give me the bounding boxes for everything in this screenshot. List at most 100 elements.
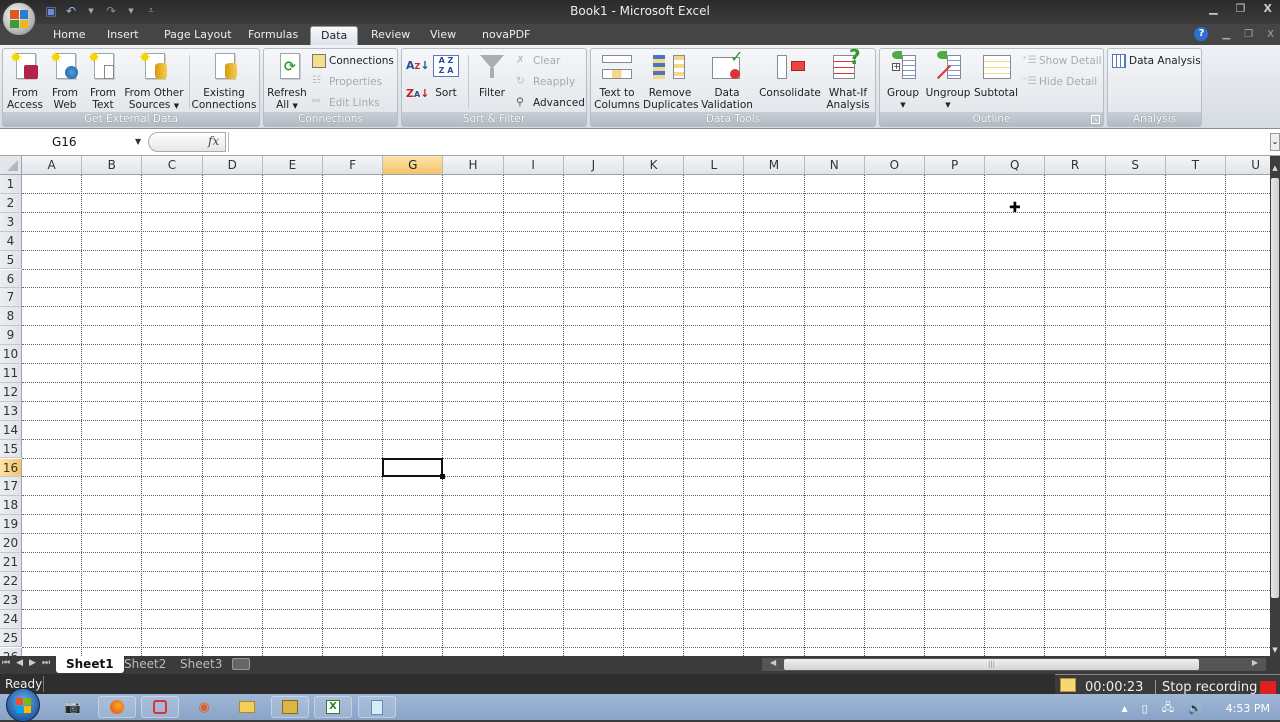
tab-formulas[interactable]: Formulas — [240, 26, 306, 45]
row-header-7[interactable]: 7 — [0, 288, 22, 308]
vertical-scrollbar[interactable]: ▲ ▼ — [1270, 156, 1280, 656]
sort-a-to-z-button[interactable]: AZ↓ — [406, 59, 430, 72]
column-header-t[interactable]: T — [1165, 156, 1226, 175]
column-header-e[interactable]: E — [262, 156, 323, 175]
scroll-right-icon[interactable]: ▶ — [1252, 658, 1258, 667]
name-box-dropdown-icon[interactable]: ▼ — [135, 137, 141, 146]
close-button[interactable]: X — [1264, 2, 1272, 15]
column-header-h[interactable]: H — [443, 156, 504, 175]
row-header-6[interactable]: 6 — [0, 269, 22, 289]
sort-button[interactable]: A ZZ A Sort — [430, 51, 462, 99]
row-header-25[interactable]: 25 — [0, 628, 22, 648]
formula-input[interactable] — [228, 132, 1272, 152]
workbook-minimize-button[interactable]: ▁ — [1222, 29, 1230, 40]
tab-data[interactable]: Data — [310, 26, 359, 45]
network-icon[interactable]: 🖧 — [1162, 699, 1174, 718]
minimize-button[interactable]: ▁ — [1209, 2, 1217, 15]
column-header-u[interactable]: U — [1226, 156, 1270, 175]
column-header-l[interactable]: L — [684, 156, 745, 175]
expand-formula-bar-button[interactable]: ⌄ — [1270, 133, 1280, 151]
row-header-26[interactable]: 26 — [0, 647, 22, 656]
row-header-12[interactable]: 12 — [0, 382, 22, 402]
connections-button[interactable]: Connections — [312, 54, 394, 68]
row-header-1[interactable]: 1 — [0, 175, 22, 194]
properties-button[interactable]: ☷ Properties — [312, 75, 382, 89]
workbook-restore-button[interactable]: ❐ — [1244, 29, 1253, 40]
taskbar-camera-app[interactable]: 📷 — [54, 696, 92, 718]
column-header-f[interactable]: F — [323, 156, 384, 175]
tab-view[interactable]: View — [422, 26, 464, 45]
row-header-2[interactable]: 2 — [0, 193, 22, 213]
data-analysis-button[interactable]: Data Analysis — [1112, 54, 1201, 68]
next-sheet-icon[interactable]: ▶ — [29, 658, 36, 668]
fill-handle[interactable] — [440, 474, 446, 480]
column-header-o[interactable]: O — [864, 156, 925, 175]
refresh-all-button[interactable]: ⟳ Refresh All ▼ — [267, 51, 307, 112]
row-header-24[interactable]: 24 — [0, 609, 22, 629]
taskbar-recorder[interactable] — [141, 696, 179, 718]
taskbar-excel[interactable]: X — [314, 696, 352, 718]
taskbar-firefox[interactable] — [98, 696, 136, 718]
clock[interactable]: 4:53 PM — [1226, 702, 1270, 715]
normal-view-icon[interactable] — [1060, 678, 1076, 692]
help-icon[interactable]: ? — [1194, 27, 1209, 41]
tab-novapdf[interactable]: novaPDF — [474, 26, 538, 45]
tab-home[interactable]: Home — [45, 26, 93, 45]
from-other-sources-button[interactable]: ✸ From Other Sources ▼ — [123, 51, 185, 112]
column-header-m[interactable]: M — [744, 156, 805, 175]
column-header-j[interactable]: J — [563, 156, 624, 175]
from-text-button[interactable]: ✸ From Text — [85, 51, 121, 111]
workbook-close-button[interactable]: X — [1267, 29, 1274, 40]
column-header-k[interactable]: K — [624, 156, 685, 175]
horizontal-scroll-thumb[interactable]: ||| — [784, 659, 1199, 670]
reapply-button[interactable]: ↻ Reapply — [516, 75, 575, 89]
column-header-p[interactable]: P — [925, 156, 986, 175]
row-header-4[interactable]: 4 — [0, 231, 22, 251]
from-access-button[interactable]: ✸ From Access — [5, 51, 45, 111]
row-header-18[interactable]: 18 — [0, 496, 22, 516]
subtotal-button[interactable]: Subtotal — [974, 51, 1018, 99]
row-header-19[interactable]: 19 — [0, 515, 22, 535]
advanced-filter-button[interactable]: ⚲ Advanced — [516, 96, 585, 110]
scroll-left-icon[interactable]: ◀ — [770, 658, 776, 667]
scroll-up-icon[interactable]: ▲ — [1270, 164, 1280, 176]
column-header-d[interactable]: D — [202, 156, 263, 175]
first-sheet-icon[interactable]: ⏮ — [2, 658, 10, 668]
row-header-8[interactable]: 8 — [0, 307, 22, 327]
show-detail-button[interactable]: ⁺☰ Show Detail — [1022, 54, 1102, 68]
row-header-23[interactable]: 23 — [0, 590, 22, 610]
column-header-i[interactable]: I — [503, 156, 564, 175]
row-header-14[interactable]: 14 — [0, 420, 22, 440]
insert-function-icon[interactable]: fx — [208, 134, 219, 148]
group-button[interactable]: + Group ▼ — [884, 51, 922, 111]
row-header-11[interactable]: 11 — [0, 364, 22, 383]
taskbar-notepad[interactable] — [358, 696, 396, 718]
row-header-15[interactable]: 15 — [0, 439, 22, 459]
column-header-g[interactable]: G — [383, 156, 444, 175]
row-header-3[interactable]: 3 — [0, 212, 22, 232]
row-header-17[interactable]: 17 — [0, 477, 22, 497]
start-button[interactable] — [6, 688, 40, 722]
last-sheet-icon[interactable]: ⏭ — [42, 658, 50, 668]
row-header-9[interactable]: 9 — [0, 326, 22, 346]
row-header-13[interactable]: 13 — [0, 401, 22, 421]
tab-page-layout[interactable]: Page Layout — [156, 26, 240, 45]
row-header-20[interactable]: 20 — [0, 534, 22, 553]
existing-connections-button[interactable]: Existing Connections — [191, 51, 257, 111]
insert-worksheet-icon[interactable] — [232, 658, 250, 670]
clear-filter-button[interactable]: ✗ Clear — [516, 54, 560, 68]
ungroup-button[interactable]: Ungroup ▼ — [924, 51, 972, 111]
column-header-n[interactable]: N — [804, 156, 865, 175]
column-header-c[interactable]: C — [142, 156, 203, 175]
consolidate-button[interactable]: Consolidate — [759, 51, 821, 99]
tab-insert[interactable]: Insert — [99, 26, 147, 45]
taskbar-explorer[interactable] — [228, 696, 266, 718]
prev-sheet-icon[interactable]: ◀ — [16, 658, 23, 668]
office-button[interactable] — [2, 2, 36, 36]
remove-duplicates-button[interactable]: Remove Duplicates — [643, 51, 699, 111]
text-to-columns-button[interactable]: Text to Columns — [594, 51, 640, 111]
column-header-s[interactable]: S — [1105, 156, 1166, 175]
sheet-tab-sheet3[interactable]: Sheet3 — [170, 656, 232, 673]
taskbar-media[interactable]: ◉ — [185, 696, 223, 718]
row-header-10[interactable]: 10 — [0, 345, 22, 364]
